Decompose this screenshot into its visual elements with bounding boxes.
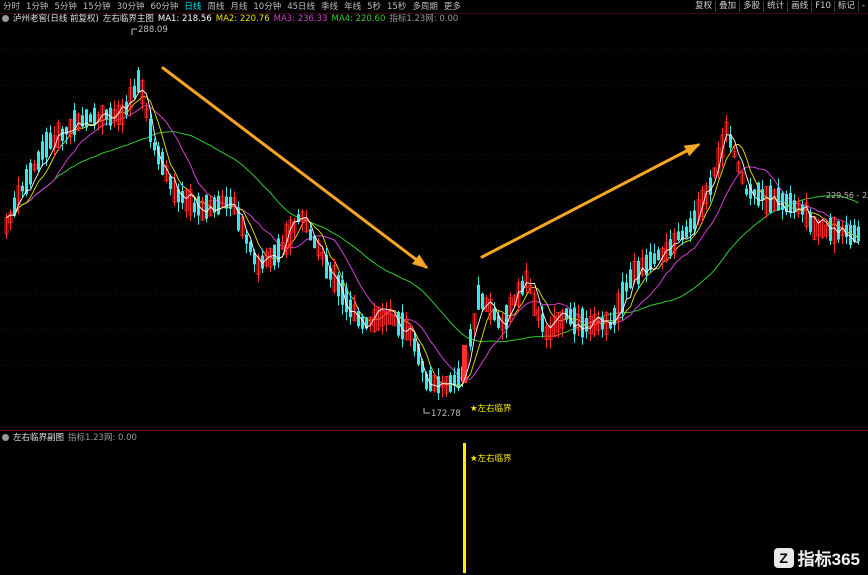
last-price-label: 229.56 - 22 xyxy=(826,191,868,200)
tab-period-6[interactable]: 日线 xyxy=(181,1,204,13)
tab-period-1[interactable]: 1分钟 xyxy=(23,1,51,13)
period-toolbar: 分时 1分钟 5分钟 15分钟 30分钟 60分钟 日线 周线 月线 10分钟 45日线 季线 年线 5秒… xyxy=(0,0,868,14)
period-tabs: 分时 1分钟 5分钟 15分钟 30分钟 60分钟 日线 周线 月线 10分钟 45日线 季线 年线 5秒… xyxy=(0,0,464,13)
ma4-line xyxy=(6,131,859,343)
ma2-value: MA2: 220.76 xyxy=(215,14,270,24)
tab-period-8[interactable]: 月线 xyxy=(227,1,250,13)
ma4-value: MA4: 220.60 xyxy=(331,14,386,24)
tool-button-2[interactable]: 多股 xyxy=(739,1,763,12)
stock-title: 泸州老窖(日线 前复权) xyxy=(13,14,99,24)
tab-period-5[interactable]: 60分钟 xyxy=(148,1,182,13)
tab-period-4[interactable]: 30分钟 xyxy=(114,1,148,13)
tab-period-15[interactable]: 多周期 xyxy=(409,1,441,13)
sub-indicator-dot-icon[interactable] xyxy=(2,434,9,441)
sub-chart-header: 左右临界副图 指标1.23网: 0.00 xyxy=(2,432,137,444)
tool-button-4[interactable]: 画线 xyxy=(787,1,811,12)
sub-chart-panel[interactable]: ★左右临界 左右临界副图 指标1.23网: 0.00 xyxy=(0,430,868,575)
candlesticks xyxy=(4,67,860,401)
sub-indicator-chart: ★左右临界 xyxy=(463,443,512,573)
tab-period-14[interactable]: 15秒 xyxy=(384,1,409,13)
indicator-dot-icon[interactable] xyxy=(2,15,9,22)
sub-indicator-name[interactable]: 左右临界副图 xyxy=(13,432,64,444)
tool-button-6[interactable]: 标记 xyxy=(833,1,858,12)
tab-period-2[interactable]: 5分钟 xyxy=(51,1,79,13)
tab-period-12[interactable]: 年线 xyxy=(341,1,364,13)
tab-period-7[interactable]: 周线 xyxy=(204,1,227,13)
high-price-label: 288.09 xyxy=(138,25,168,35)
main-chart-header: 泸州老窖(日线 前复权) 左右临界主图 MA1: 218.56 MA2: 220… xyxy=(2,13,458,25)
critical-signal-bar xyxy=(463,443,466,573)
tab-period-3[interactable]: 15分钟 xyxy=(80,1,114,13)
sub-critical-signal-label: ★左右临界 xyxy=(470,453,512,464)
watermark-text: 指标365 xyxy=(797,550,860,569)
tool-button-7[interactable]: - xyxy=(857,1,868,12)
tab-period-0[interactable]: 分时 xyxy=(0,1,23,13)
sub-indicator-extra: 指标1.23网: 0.00 xyxy=(68,433,137,443)
ma3-value: MA3: 236.33 xyxy=(273,14,328,24)
tool-button-5[interactable]: F10 xyxy=(811,1,834,12)
tab-period-10[interactable]: 45日线 xyxy=(284,1,318,13)
tool-button-3[interactable]: 统计 xyxy=(763,1,787,12)
tab-period-11[interactable]: 季线 xyxy=(318,1,341,13)
low-price-label: 172.78 xyxy=(431,409,461,419)
tab-period-16[interactable]: 更多 xyxy=(441,1,464,13)
tab-period-9[interactable]: 10分钟 xyxy=(250,1,284,13)
trend-arrows xyxy=(161,66,701,269)
tool-button-0[interactable]: 复权 xyxy=(692,1,715,12)
critical-signal-label: ★左右临界 xyxy=(470,403,512,414)
kline-chart[interactable]: 288.09 172.78 ★左右临界 229.56 - 22 xyxy=(0,25,868,430)
tab-period-13[interactable]: 5秒 xyxy=(364,1,384,13)
tool-button-1[interactable]: 叠加 xyxy=(715,1,739,12)
main-indicator-extra: 指标1.23网: 0.00 xyxy=(389,14,459,24)
tool-buttons: 复权 叠加 多股 统计 画线 F10 标记 - xyxy=(692,0,868,13)
ma1-value: MA1: 218.56 xyxy=(157,14,212,24)
watermark-logo-icon: Z xyxy=(773,547,794,568)
main-indicator-name[interactable]: 左右临界主图 xyxy=(103,13,154,25)
watermark: Z 指标365 xyxy=(773,545,860,570)
